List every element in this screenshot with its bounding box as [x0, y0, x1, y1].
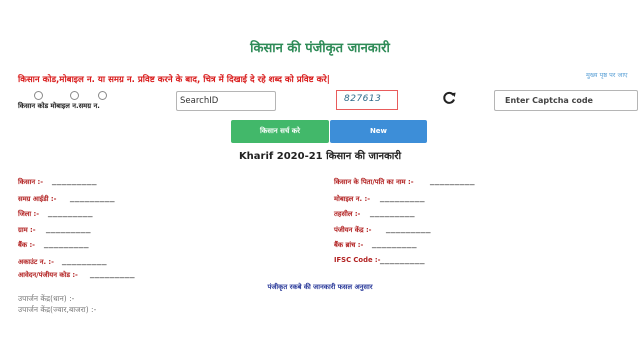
- ifsc-label: IFSC Code :-: [334, 256, 381, 264]
- radio-options-label: किसान कोड मोबाइल न.समग्र न.: [18, 102, 100, 110]
- search-kisan-button[interactable]: किसान सर्च करे: [231, 120, 329, 143]
- account-no-value: _________: [62, 256, 107, 266]
- procurement-center-paddy: उपार्जन केंद्र(धान) :-: [18, 294, 75, 303]
- new-button[interactable]: New: [330, 120, 427, 143]
- samagra-id-label: समग्र आईडी :-: [18, 195, 57, 203]
- page-title: किसान की पंजीकृत जानकारी: [250, 41, 390, 56]
- bank-branch-label: बैंक ब्रांच :-: [334, 241, 364, 249]
- registration-code-value: _________: [90, 269, 135, 279]
- captcha-placeholder: Enter Captcha code: [505, 96, 593, 105]
- instruction-text: किसान कोड,मोबाइल न. या समग्र न. प्रविष्ट…: [18, 75, 330, 85]
- father-name-label: किसान के पिता/पति का नाम :-: [334, 178, 414, 186]
- district-label: जिला :-: [18, 210, 40, 218]
- captcha-input[interactable]: Enter Captcha code: [494, 90, 638, 111]
- bank-value: _________: [44, 239, 89, 249]
- mobile-label: मोबाइल न. :-: [334, 195, 371, 203]
- details-heading: Kharif 2020-21 किसान की जानकारी: [238, 151, 402, 162]
- crop-area-note: पंजीकृत रकबे की जानकारी फसल अनुसार: [267, 283, 373, 291]
- search-id-value: SearchID: [180, 96, 219, 106]
- ifsc-value: _________: [380, 255, 425, 265]
- registration-center-value: _________: [386, 224, 431, 234]
- district-value: _________: [48, 208, 93, 218]
- village-label: ग्राम :-: [18, 226, 36, 234]
- mobile-value: _________: [380, 193, 425, 203]
- refresh-captcha-icon[interactable]: [441, 90, 457, 106]
- radio-kisan-code[interactable]: [34, 91, 43, 100]
- search-id-input[interactable]: SearchID: [176, 91, 276, 111]
- bank-label: बैंक :-: [18, 241, 36, 249]
- radio-samagra[interactable]: [98, 91, 107, 100]
- tehsil-label: तहसील :-: [334, 210, 361, 218]
- procurement-center-jowar-bajra: उपार्जन केंद्र(ज्वार,बाजरा) :-: [18, 305, 97, 314]
- kisan-value: _________: [52, 176, 97, 186]
- father-name-value: _________: [430, 176, 475, 186]
- tehsil-value: _________: [370, 208, 415, 218]
- captcha-image: 827613: [336, 90, 398, 110]
- home-link[interactable]: मुख्य पृष्ठ पर जाए: [586, 70, 628, 79]
- bank-branch-value: _________: [372, 239, 417, 249]
- account-no-label: अकाउंट न. :-: [18, 258, 54, 266]
- registration-center-label: पंजीयन केंद्र :-: [334, 226, 372, 234]
- radio-mobile[interactable]: [70, 91, 79, 100]
- kisan-label: किसान :-: [18, 178, 44, 186]
- registration-code-label: आवेदन/पंजीयन कोड :-: [18, 271, 78, 279]
- captcha-text: 827613: [344, 94, 382, 104]
- village-value: _________: [46, 224, 91, 234]
- samagra-id-value: _________: [70, 193, 115, 203]
